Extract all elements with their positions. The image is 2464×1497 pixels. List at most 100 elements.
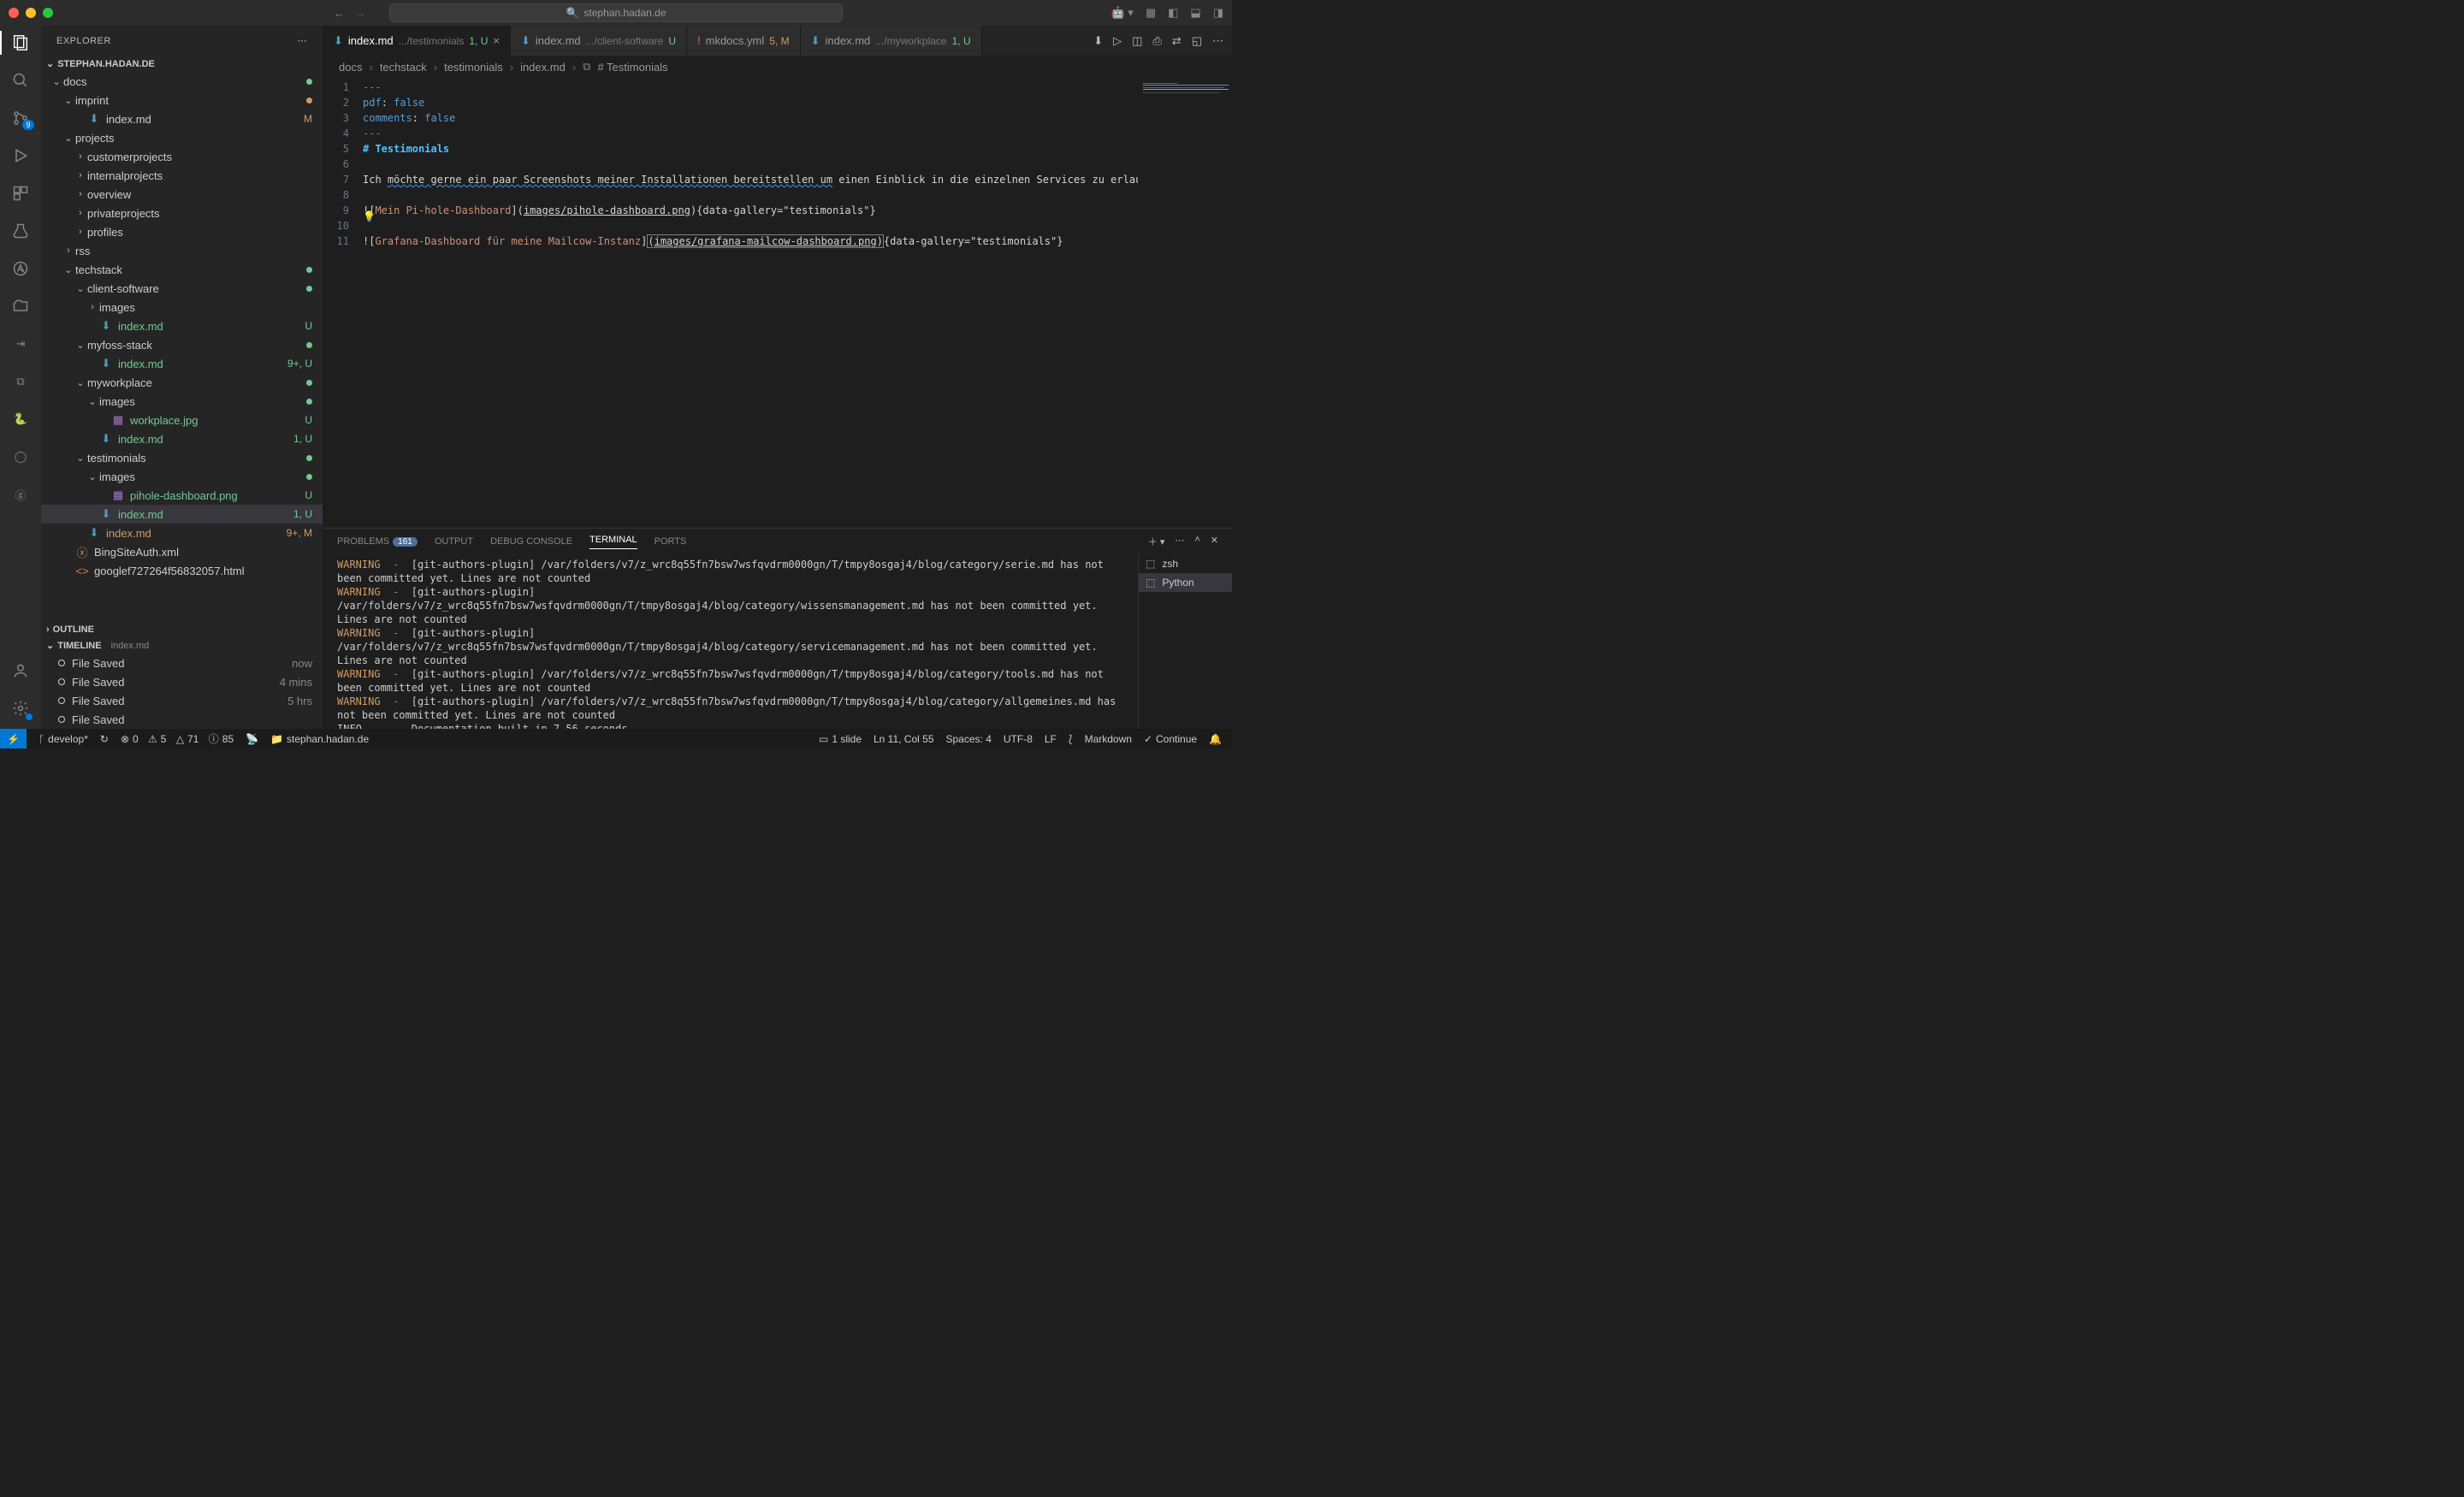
close-tab-icon[interactable]: ×	[493, 34, 500, 47]
close-panel-icon[interactable]: ✕	[1211, 535, 1218, 548]
run-debug-icon[interactable]	[10, 145, 31, 166]
sync-icon[interactable]: ↻	[100, 733, 109, 745]
file-item[interactable]: ▦pihole-dashboard.pngU	[41, 486, 323, 505]
file-item[interactable]: ⬇index.mdU	[41, 317, 323, 335]
file-item[interactable]: ▦workplace.jpgU	[41, 411, 323, 429]
continue-icon[interactable]: ◯	[10, 447, 31, 467]
terminal-output[interactable]: WARNING - [git-authors-plugin] /var/fold…	[323, 554, 1138, 729]
outline-section[interactable]: ›OUTLINE	[41, 622, 323, 637]
diff-icon[interactable]: ⇄	[1172, 34, 1182, 48]
folder-item[interactable]: ⌄images	[41, 392, 323, 411]
lightbulb-icon[interactable]: 💡	[363, 210, 376, 222]
close-icon[interactable]	[9, 8, 19, 18]
settings-gear-icon[interactable]	[10, 698, 31, 719]
outline-panel-icon[interactable]: ⧉	[10, 371, 31, 392]
breadcrumb-item[interactable]: index.md	[520, 61, 566, 74]
preview-icon[interactable]: ⎙	[1152, 34, 1161, 48]
editor-tab[interactable]: !mkdocs.yml5, M	[687, 26, 801, 56]
live-icon[interactable]: 📡	[246, 733, 258, 745]
more-actions-icon[interactable]: ⋯	[1212, 34, 1223, 48]
project-manager-icon[interactable]	[10, 296, 31, 317]
folder-item[interactable]: ⌄myworkplace	[41, 373, 323, 392]
folder-item[interactable]: ⌄images	[41, 467, 323, 486]
layout-sidebar-right-icon[interactable]: ◨	[1213, 6, 1223, 20]
nav-forward-icon[interactable]: →	[355, 7, 366, 20]
timeline-item[interactable]: File Saved4 mins	[41, 672, 323, 691]
maximize-icon[interactable]	[43, 8, 53, 18]
folder-item[interactable]: ⌄techstack	[41, 260, 323, 279]
explorer-icon[interactable]	[10, 33, 31, 53]
split-editor-icon[interactable]: ◫	[1132, 34, 1142, 48]
layout-sidebar-left-icon[interactable]: ◧	[1168, 6, 1178, 20]
folder-item[interactable]: ⌄myfoss-stack	[41, 335, 323, 354]
tab-ports[interactable]: PORTS	[654, 536, 687, 547]
tab-debug-console[interactable]: DEBUG CONSOLE	[490, 536, 572, 547]
breadcrumb-item[interactable]: techstack	[380, 61, 427, 74]
file-item[interactable]: ⬇index.md1, U	[41, 505, 323, 524]
new-terminal-icon[interactable]: ＋ ▾	[1148, 535, 1165, 548]
folder-item[interactable]: ⌄docs	[41, 72, 323, 91]
folder-item[interactable]: ›privateprojects	[41, 204, 323, 222]
breadcrumb-item[interactable]: docs	[339, 61, 362, 74]
indentation[interactable]: Spaces: 4	[946, 733, 992, 745]
remote-explorer-icon[interactable]: ⇥	[10, 334, 31, 354]
timeline-item[interactable]: File Saved	[41, 710, 323, 729]
terminal-tab[interactable]: ⬚Python	[1139, 573, 1232, 592]
tab-terminal[interactable]: TERMINAL	[589, 535, 637, 549]
folder-item[interactable]: ›overview	[41, 185, 323, 204]
cursor-position[interactable]: Ln 11, Col 55	[874, 733, 934, 745]
command-center[interactable]: 🔍 stephan.hadan.de	[389, 3, 843, 22]
file-item[interactable]: ⬇index.md1, U	[41, 429, 323, 448]
folder-item[interactable]: ⌄imprint	[41, 91, 323, 109]
timeline-item[interactable]: File Saved5 hrs	[41, 691, 323, 710]
minimize-icon[interactable]	[26, 8, 36, 18]
continue-status[interactable]: ✓ Continue	[1144, 733, 1197, 745]
workspace-header[interactable]: ⌄STEPHAN.HADAN.DE	[41, 56, 323, 72]
layout-customize-icon[interactable]: ▦	[1146, 6, 1156, 20]
breadcrumb-item[interactable]: testimonials	[444, 61, 503, 74]
layout-panel-icon[interactable]: ⬓	[1190, 6, 1200, 20]
search-icon[interactable]	[10, 70, 31, 91]
run-icon[interactable]: ⬇	[1093, 34, 1103, 48]
file-item[interactable]: ⬇index.mdM	[41, 109, 323, 128]
folder-item[interactable]: ›internalprojects	[41, 166, 323, 185]
nav-back-icon[interactable]: ←	[334, 7, 345, 20]
breadcrumb-item[interactable]: # Testimonials	[597, 61, 667, 74]
terminal-more-icon[interactable]: ⋯	[1175, 535, 1184, 548]
timeline-section[interactable]: ⌄TIMELINE index.md	[41, 637, 323, 654]
timeline-item[interactable]: File Savednow	[41, 654, 323, 672]
open-changes-icon[interactable]: ◱	[1192, 34, 1202, 48]
terminal-tab[interactable]: ⬚zsh	[1139, 554, 1232, 573]
folder-item[interactable]: ›profiles	[41, 222, 323, 241]
copilot-icon[interactable]: 🤖 ▾	[1111, 6, 1133, 20]
file-item[interactable]: ⬇index.md9+, U	[41, 354, 323, 373]
testing-icon[interactable]	[10, 221, 31, 241]
eol[interactable]: LF	[1045, 733, 1057, 745]
encoding[interactable]: UTF-8	[1004, 733, 1033, 745]
folder-item[interactable]: ⌄testimonials	[41, 448, 323, 467]
explorer-more-icon[interactable]: ⋯	[298, 35, 308, 46]
extensions-icon[interactable]	[10, 183, 31, 204]
editor-tab[interactable]: ⬇index.md.../myworkplace1, U	[801, 26, 982, 56]
slides-count[interactable]: ▭ 1 slide	[819, 733, 862, 745]
play-icon[interactable]: ▷	[1113, 34, 1122, 48]
python-icon[interactable]: 🐍	[10, 409, 31, 429]
folder-item[interactable]: ⌄projects	[41, 128, 323, 147]
folder-item[interactable]: ›rss	[41, 241, 323, 260]
git-branch[interactable]: ᚴ develop*	[38, 733, 88, 745]
file-item[interactable]: <>googlef727264f56832057.html	[41, 561, 323, 580]
accounts-icon[interactable]	[10, 660, 31, 681]
ansible-icon[interactable]	[10, 258, 31, 279]
minimap[interactable]	[1138, 78, 1232, 528]
workspace-folder[interactable]: 📁 stephan.hadan.de	[270, 733, 369, 745]
prettier-icon[interactable]: ⟅	[1069, 733, 1073, 745]
file-item[interactable]: ⓧBingSiteAuth.xml	[41, 542, 323, 561]
folder-item[interactable]: ›customerprojects	[41, 147, 323, 166]
editor-content[interactable]: --- pdf: false comments: false --- # Tes…	[363, 78, 1138, 528]
source-control-icon[interactable]: 9	[10, 108, 31, 128]
notifications-icon[interactable]: 🔔	[1209, 733, 1222, 745]
file-item[interactable]: ⬇index.md9+, M	[41, 524, 323, 542]
remote-indicator[interactable]: ⚡	[0, 729, 27, 748]
tab-output[interactable]: OUTPUT	[435, 536, 473, 547]
tab-problems[interactable]: PROBLEMS161	[337, 536, 418, 547]
